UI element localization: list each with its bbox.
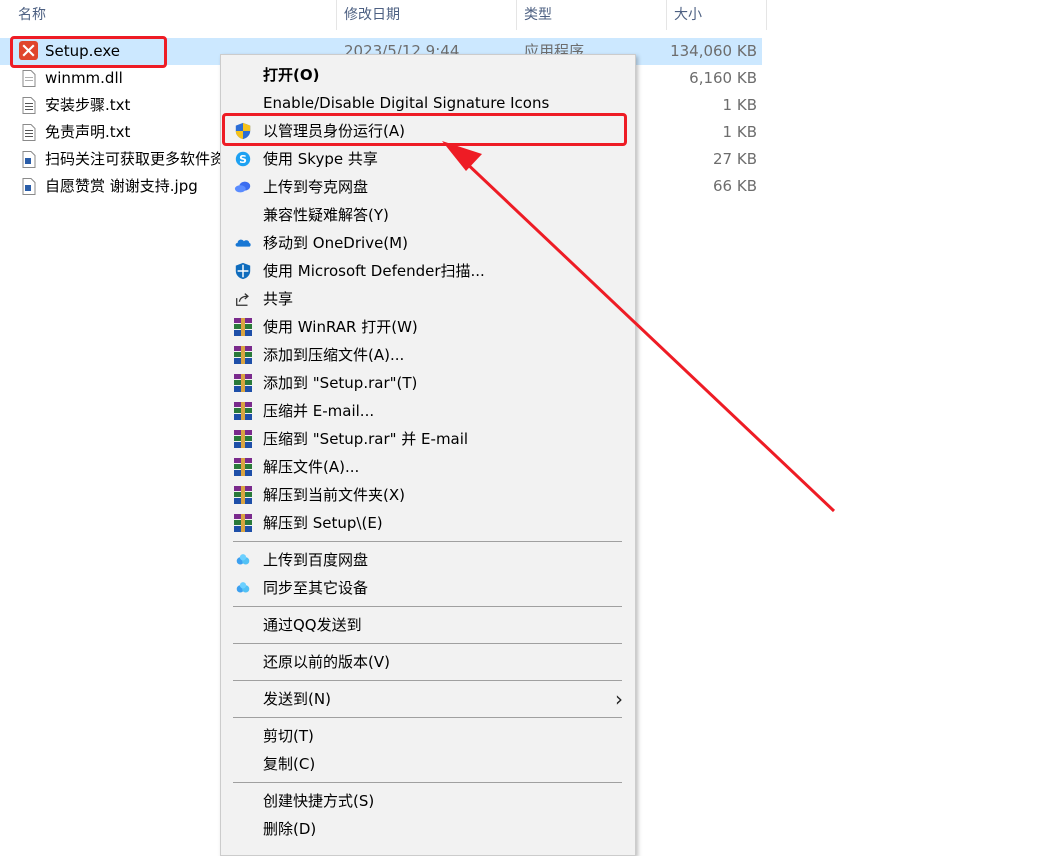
red-arrow-annotation xyxy=(442,141,836,513)
